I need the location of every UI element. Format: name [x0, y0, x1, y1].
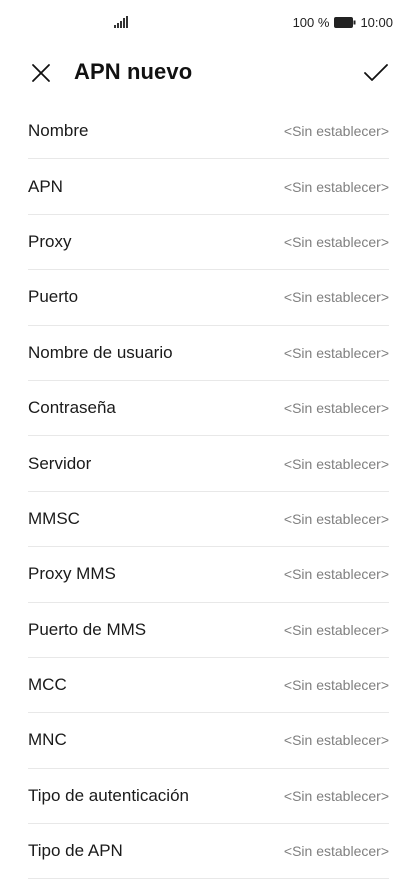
field-row-puerto-de-mms[interactable]: Puerto de MMS <Sin establecer> — [28, 603, 389, 658]
field-label: Servidor — [28, 453, 92, 473]
battery-full-icon — [334, 17, 356, 28]
field-value: <Sin establecer> — [283, 233, 389, 250]
field-value: <Sin establecer> — [283, 289, 389, 306]
field-label: MMSC — [28, 508, 80, 528]
page-title: APN nuevo — [74, 59, 193, 84]
field-value: <Sin establecer> — [283, 677, 389, 694]
field-label: Proxy MMS — [28, 564, 116, 584]
status-right: 100 % 10:00 — [293, 15, 393, 30]
field-label: Tipo de autenticación — [28, 785, 189, 805]
field-row-mnc[interactable]: MNC <Sin establecer> — [28, 713, 389, 769]
app-header: APN nuevo — [0, 48, 416, 100]
apn-settings-list: Nombre <Sin establecer> APN <Sin estable… — [28, 104, 389, 880]
field-value: <Sin establecer> — [283, 123, 389, 140]
field-label: MNC — [28, 730, 67, 750]
battery-percentage: 100 % — [292, 15, 330, 30]
field-value: <Sin establecer> — [283, 843, 389, 860]
field-value: <Sin establecer> — [283, 455, 389, 472]
field-row-proxy-mms[interactable]: Proxy MMS <Sin establecer> — [28, 547, 389, 603]
status-bar: 100 % 10:00 — [0, 0, 416, 48]
field-row-mmsc[interactable]: MMSC <Sin establecer> — [28, 492, 389, 548]
field-row-proxy[interactable]: Proxy <Sin establecer> — [28, 215, 389, 271]
field-label: Puerto de MMS — [28, 619, 147, 639]
field-value: <Sin establecer> — [283, 787, 389, 804]
field-value: <Sin establecer> — [283, 621, 389, 638]
field-row-servidor[interactable]: Servidor <Sin establecer> — [28, 436, 389, 492]
field-value: <Sin establecer> — [283, 400, 389, 417]
checkmark-icon[interactable] — [363, 61, 389, 85]
field-value: <Sin establecer> — [283, 178, 389, 195]
signal-bars-icon — [114, 16, 128, 28]
close-icon[interactable] — [29, 61, 53, 85]
field-row-mcc[interactable]: MCC <Sin establecer> — [28, 658, 389, 714]
clock: 10:00 — [360, 15, 393, 30]
field-row-contrasena[interactable]: Contraseña <Sin establecer> — [28, 381, 389, 437]
field-row-nombre-de-usuario[interactable]: Nombre de usuario <Sin establecer> — [28, 326, 389, 381]
field-label: Puerto — [28, 287, 79, 307]
field-row-tipo-de-apn[interactable]: Tipo de APN <Sin establecer> — [28, 824, 389, 880]
field-row-puerto[interactable]: Puerto <Sin establecer> — [28, 270, 389, 326]
field-row-nombre[interactable]: Nombre <Sin establecer> — [28, 104, 389, 160]
field-label: Tipo de APN — [28, 841, 123, 861]
field-value: <Sin establecer> — [283, 344, 389, 361]
field-label: Proxy — [28, 231, 72, 251]
field-row-tipo-de-autenticacion[interactable]: Tipo de autenticación <Sin establecer> — [28, 769, 389, 825]
field-value: <Sin establecer> — [283, 510, 389, 527]
field-label: Nombre — [28, 121, 89, 141]
field-value: <Sin establecer> — [283, 566, 389, 583]
field-value: <Sin establecer> — [283, 732, 389, 749]
field-row-apn[interactable]: APN <Sin establecer> — [28, 159, 389, 215]
field-label: Nombre de usuario — [28, 342, 173, 362]
field-label: MCC — [28, 675, 67, 695]
field-label: APN — [28, 176, 63, 196]
field-label: Contraseña — [28, 398, 116, 418]
